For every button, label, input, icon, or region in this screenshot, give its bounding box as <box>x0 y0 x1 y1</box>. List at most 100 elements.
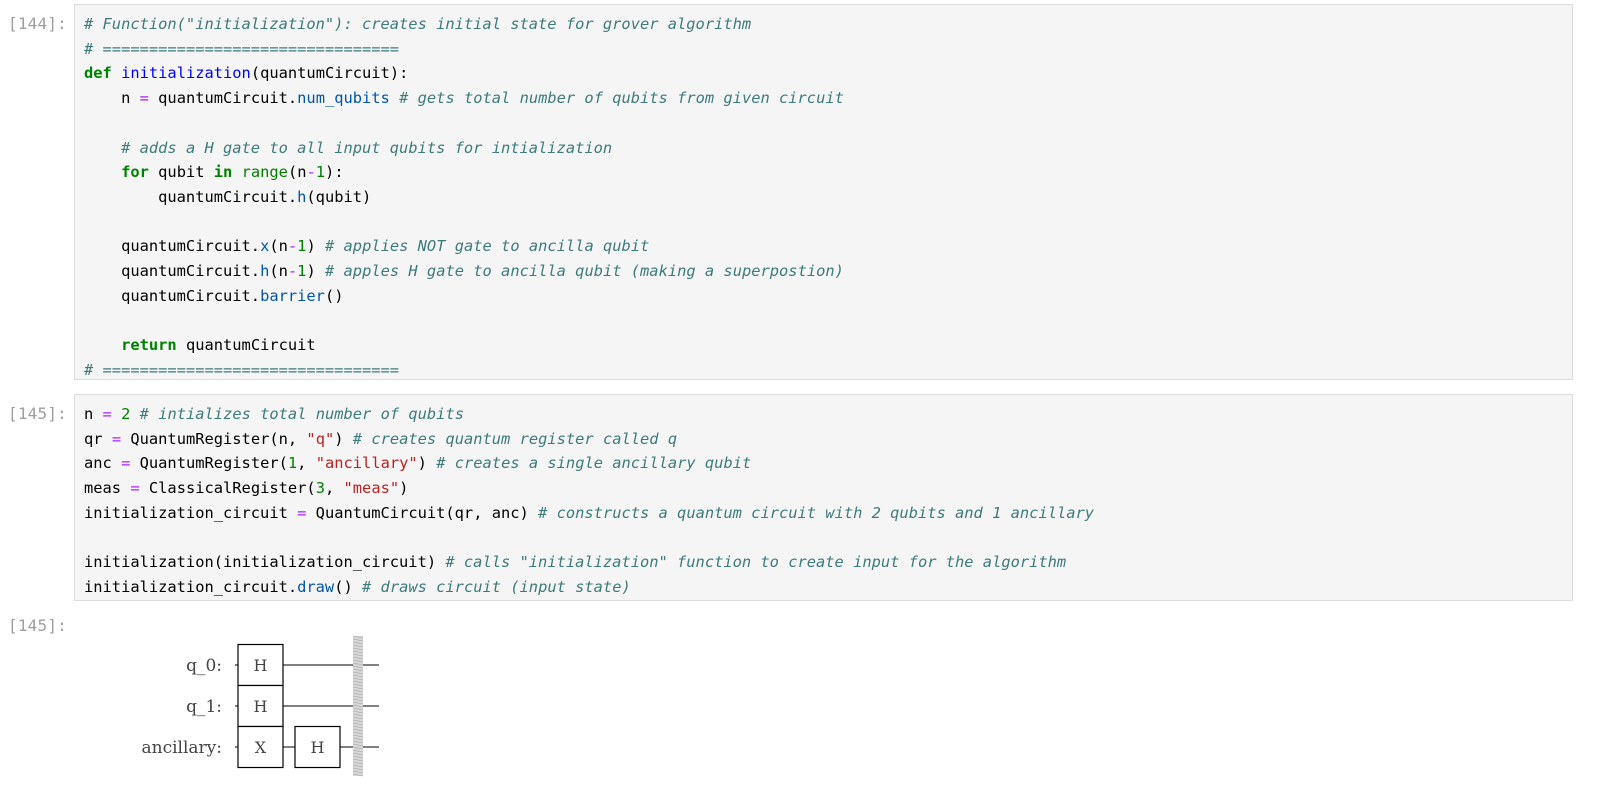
code-token: = <box>139 89 149 108</box>
code-token: initialization(initialization_circuit) <box>84 553 446 572</box>
code-token: initialization_circuit. <box>84 577 298 596</box>
code-token: - <box>287 262 298 281</box>
gate-label: X <box>255 738 267 757</box>
code-token: quantumCircuit. <box>84 237 261 256</box>
code-token: initialization_circuit <box>84 503 298 522</box>
code-token: anc <box>84 454 122 473</box>
output-prompt: [145]: <box>8 616 67 635</box>
code-cell-144[interactable]: [144]: # Function("initialization"): cre… <box>0 4 1600 380</box>
code-token: () <box>334 577 363 596</box>
code-line: ​ <box>84 111 1564 136</box>
code-token: n <box>84 89 140 108</box>
code-token: for <box>121 163 149 182</box>
code-token: quantumCircuit. <box>84 187 298 206</box>
code-line: def initialization(quantumCircuit): <box>84 61 1564 86</box>
code-line: initialization_circuit.draw() # draws ci… <box>84 575 1564 600</box>
code-line: ​ <box>84 526 1564 551</box>
code-token: quantumCircuit. <box>84 286 261 305</box>
code-token: ) <box>306 262 325 281</box>
code-token: qubit <box>148 163 214 182</box>
code-token: = <box>111 429 122 448</box>
code-token: # applies NOT gate to ancilla qubit <box>325 237 650 256</box>
code-token: # draws circuit (input state) <box>362 577 631 596</box>
code-line: quantumCircuit.x(n-1) # applies NOT gate… <box>84 234 1564 259</box>
code-token: quantumCircuit. <box>84 262 261 281</box>
code-line: n = quantumCircuit.num_qubits # gets tot… <box>84 86 1564 111</box>
code-token: , <box>324 479 344 498</box>
code-line: anc = QuantumRegister(1, "ancillary") # … <box>84 451 1564 476</box>
code-token: (n <box>269 237 288 256</box>
code-token: QuantumCircuit(qr, anc) <box>306 503 539 522</box>
code-token: h <box>297 187 307 206</box>
code-token: # Function("initialization"): creates in… <box>84 15 752 33</box>
code-token: ) <box>334 429 353 448</box>
circuit-output: q_0: q_1: ancillary: H H X H <box>74 614 1573 808</box>
circuit-diagram: q_0: q_1: ancillary: H H X H <box>141 635 379 777</box>
code-token: - <box>306 163 316 182</box>
code-token: # intializes total number of qubits <box>139 405 464 423</box>
code-line: qr = QuantumRegister(n, "q") # creates q… <box>84 427 1564 452</box>
code-token: quantumCircuit. <box>148 89 298 108</box>
code-line: meas = ClassicalRegister(3, "meas") <box>84 476 1564 501</box>
cell-prompt: [145]: <box>8 404 67 423</box>
code-token: h <box>260 262 270 281</box>
code-token: ) <box>399 479 409 498</box>
code-token: = <box>121 454 131 473</box>
code-text[interactable]: n = 2 # intializes total number of qubit… <box>75 395 1572 600</box>
code-token: 1 <box>315 163 326 182</box>
code-editor[interactable]: # Function("initialization"): creates in… <box>74 4 1573 380</box>
code-token: initialization <box>121 64 251 83</box>
wire-label: ancillary: <box>141 738 222 758</box>
code-token: range <box>241 163 288 182</box>
code-token: QuantumRegister( <box>130 454 288 473</box>
code-token: - <box>287 237 298 256</box>
code-line: quantumCircuit.barrier() <box>84 284 1564 309</box>
code-line: quantumCircuit.h(n-1) # apples H gate to… <box>84 259 1564 284</box>
code-token: in <box>213 163 233 182</box>
code-token: 3 <box>315 479 325 498</box>
code-line: n = 2 # intializes total number of qubit… <box>84 402 1564 427</box>
code-token: # creates a single ancillary qubit <box>436 454 752 473</box>
code-token: draw <box>297 577 335 596</box>
code-token: return <box>121 336 177 355</box>
code-token: "meas" <box>343 479 400 498</box>
code-line: # ================================ <box>84 37 1564 62</box>
code-line: return quantumCircuit <box>84 333 1564 358</box>
code-token: x <box>260 237 270 256</box>
code-token: "ancillary" <box>315 454 418 473</box>
cell-prompt: [144]: <box>8 14 67 33</box>
code-line: ​ <box>84 308 1564 333</box>
gate-label: H <box>254 697 268 716</box>
code-token: meas <box>84 479 131 498</box>
code-token: qr <box>84 429 112 448</box>
code-token: ) <box>306 237 325 256</box>
code-token: # adds a H gate to all input qubits for … <box>121 138 613 157</box>
code-token: = <box>102 405 112 423</box>
code-token: ): <box>325 163 344 182</box>
code-token: 1 <box>287 454 298 473</box>
code-editor[interactable]: n = 2 # intializes total number of qubit… <box>74 394 1573 601</box>
code-token: "q" <box>306 429 335 448</box>
code-token: (n <box>287 163 307 182</box>
code-text[interactable]: # Function("initialization"): creates in… <box>75 5 1572 383</box>
code-token: quantumCircuit <box>176 336 316 355</box>
code-token: n <box>84 405 103 423</box>
code-token: , <box>297 454 316 473</box>
code-line: # Function("initialization"): creates in… <box>84 12 1564 37</box>
wire-label: q_1: <box>186 697 222 717</box>
code-token: 2 <box>121 405 131 423</box>
code-token: ) <box>417 454 437 473</box>
code-line: for qubit in range(n-1): <box>84 160 1564 185</box>
code-token: # creates quantum register called q <box>352 429 678 448</box>
code-token: num_qubits <box>297 89 390 108</box>
code-line: quantumCircuit.h(qubit) <box>84 185 1564 210</box>
code-cell-145[interactable]: [145]: n = 2 # intializes total number o… <box>0 394 1600 601</box>
code-line: initialization(initialization_circuit) #… <box>84 550 1564 575</box>
code-token: (qubit) <box>306 187 372 206</box>
